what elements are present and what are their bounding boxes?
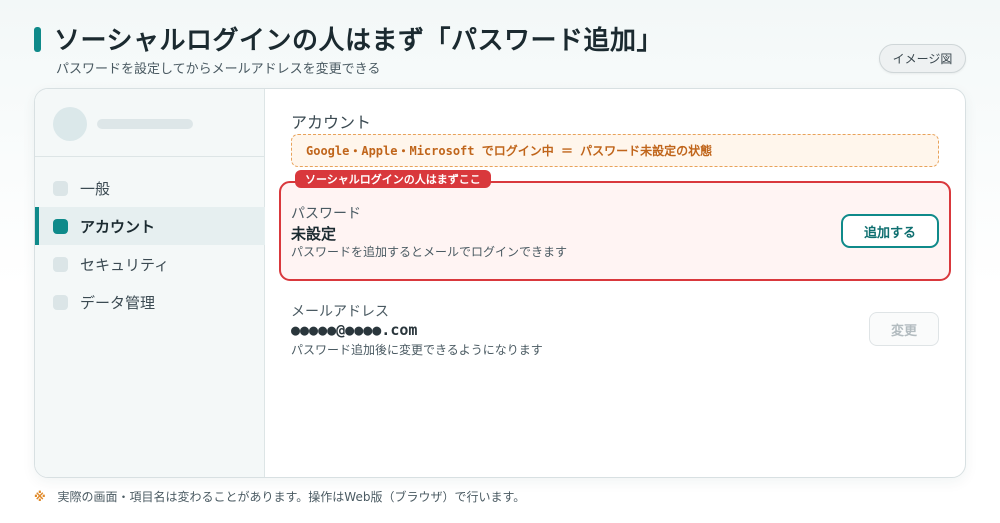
password-value: 未設定 xyxy=(291,225,337,243)
email-value: ●●●●●@●●●●.com xyxy=(291,321,418,339)
data-management-icon xyxy=(53,294,68,310)
avatar xyxy=(53,107,87,141)
note-mark-icon: ※ xyxy=(34,490,46,504)
add-password-button[interactable]: 追加する xyxy=(841,214,939,248)
image-badge: イメージ図 xyxy=(879,44,966,73)
security-icon xyxy=(53,256,68,272)
main-panel: アカウント Google・Apple・Microsoft でログイン中 ＝ パス… xyxy=(265,89,965,477)
sidebar-item-general[interactable]: 一般 xyxy=(35,169,265,207)
change-email-button[interactable]: 変更 xyxy=(869,312,939,346)
footnote-text: 実際の画面・項目名は変わることがあります。操作はWeb版（ブラウザ）で行います。 xyxy=(57,490,526,504)
login-status-notice: Google・Apple・Microsoft でログイン中 ＝ パスワード未設定… xyxy=(291,134,939,167)
footnote: ※ 実際の画面・項目名は変わることがあります。操作はWeb版（ブラウザ）で行いま… xyxy=(34,488,525,505)
account-icon xyxy=(53,218,68,234)
section-title: アカウント xyxy=(291,113,372,132)
highlight-tag: ソーシャルログインの人はまずここ xyxy=(295,170,491,188)
profile-name-placeholder xyxy=(97,119,193,129)
sidebar-item-label: セキュリティ xyxy=(80,255,170,274)
password-label: パスワード xyxy=(291,206,361,222)
sidebar-item-label: 一般 xyxy=(80,179,111,198)
sidebar-item-label: データ管理 xyxy=(80,293,156,312)
page-subtitle: パスワードを設定してからメールアドレスを変更できる xyxy=(56,62,381,77)
profile-area xyxy=(35,89,265,157)
title-accent-bar xyxy=(34,27,41,52)
page: ソーシャルログインの人はまず「パスワード追加」 パスワードを設定してからメールア… xyxy=(0,0,1000,523)
password-description: パスワードを追加するとメールでログインできます xyxy=(291,245,568,259)
sidebar: 一般 アカウント セキュリティ データ管理 xyxy=(35,89,265,477)
page-title: ソーシャルログインの人はまず「パスワード追加」 xyxy=(54,26,663,56)
email-description: パスワード追加後に変更できるようになります xyxy=(291,343,543,357)
general-icon xyxy=(53,180,68,196)
sidebar-item-label: アカウント xyxy=(80,217,156,236)
email-label: メールアドレス xyxy=(291,304,389,320)
sidebar-item-data-management[interactable]: データ管理 xyxy=(35,283,265,321)
sidebar-item-account[interactable]: アカウント xyxy=(35,207,265,245)
settings-window: 一般 アカウント セキュリティ データ管理 アカウント Google・Apple… xyxy=(34,88,966,478)
sidebar-item-security[interactable]: セキュリティ xyxy=(35,245,265,283)
